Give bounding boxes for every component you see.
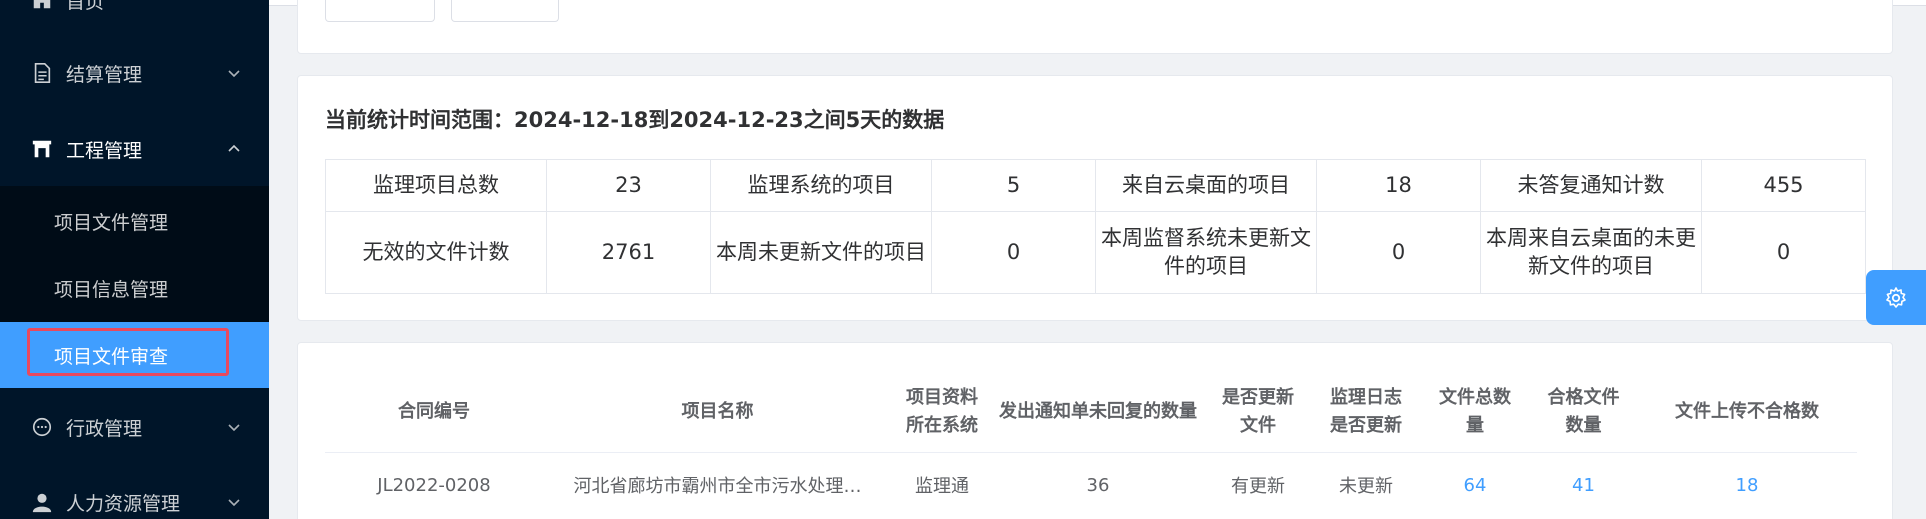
- stat-value: 23: [546, 159, 711, 212]
- search-button[interactable]: [325, 0, 435, 22]
- cell-file-updated: 有更新: [1231, 476, 1285, 498]
- stat-label: 监理系统的项目: [710, 159, 932, 212]
- building-icon: [32, 140, 52, 158]
- stats-table: 监理项目总数 23 监理系统的项目 5 来自云桌面的项目 18 未答复通知计数 …: [325, 159, 1866, 294]
- cell-qualified-files-link[interactable]: 41: [1530, 452, 1637, 518]
- cell-contract: JL2022-0208: [377, 474, 491, 496]
- column-header-unreplied[interactable]: 发出通知单未回复的数量: [992, 373, 1204, 453]
- sidebar-item-label: 行政管理: [66, 417, 143, 440]
- cell-project-name: 河北省廊坊市霸州市全市污水处理…: [573, 476, 862, 498]
- user-icon: [32, 493, 52, 513]
- stat-value: 0: [1316, 211, 1481, 294]
- chevron-down-icon: [228, 424, 240, 432]
- column-header-log-updated[interactable]: 监理日志 是否更新: [1312, 373, 1420, 453]
- stat-value: 0: [931, 211, 1096, 294]
- stat-label: 无效的文件计数: [325, 211, 547, 294]
- document-icon: [34, 63, 51, 83]
- column-header-file-updated[interactable]: 是否更新 文件: [1204, 373, 1312, 453]
- stat-value: 455: [1701, 159, 1866, 212]
- chat-icon: [32, 417, 52, 437]
- table-row[interactable]: JL2022-0208 河北省廊坊市霸州市全市污水处理… 监理通 36 有更新 …: [325, 452, 1857, 518]
- sidebar-subitem-file-management[interactable]: 项目文件管理: [0, 188, 269, 254]
- cell-unqualified-link[interactable]: 18: [1637, 452, 1857, 518]
- sidebar-item-home[interactable]: 首页: [0, 0, 269, 33]
- sidebar-item-label: 工程管理: [66, 139, 143, 162]
- project-table: 合同编号 项目名称 项目资料 所在系统 发出通知单未回复的数量 是否更新 文件 …: [325, 373, 1857, 518]
- sidebar-item-settlement[interactable]: 结算管理: [0, 40, 269, 106]
- sidebar: 首页 结算管理 工程管理 项目文件管理 项目信息管理 项目文件审查 行政管理 人…: [0, 0, 269, 519]
- column-header-system[interactable]: 项目资料 所在系统: [892, 373, 992, 453]
- stat-label: 来自云桌面的项目: [1095, 159, 1317, 212]
- cell-system: 监理通: [915, 476, 969, 498]
- cell-total-files-link[interactable]: 64: [1420, 452, 1530, 518]
- stat-label: 本周来自云桌面的未更新文件的项目: [1480, 211, 1702, 294]
- settings-button[interactable]: [1866, 270, 1926, 325]
- sidebar-item-admin[interactable]: 行政管理: [0, 394, 269, 460]
- stat-value: 2761: [546, 211, 711, 294]
- column-header-qualified-files[interactable]: 合格文件 数量: [1530, 373, 1637, 453]
- stat-label: 未答复通知计数: [1480, 159, 1702, 212]
- stat-value: 0: [1701, 211, 1866, 294]
- sidebar-item-engineering[interactable]: 工程管理: [0, 116, 269, 182]
- column-header-unqualified[interactable]: 文件上传不合格数: [1637, 373, 1857, 453]
- sidebar-item-hr[interactable]: 人力资源管理: [0, 469, 269, 519]
- stats-title: 当前统计时间范围：2024-12-18到2024-12-23之间5天的数据: [325, 108, 945, 132]
- sidebar-subitem-info-management[interactable]: 项目信息管理: [0, 255, 269, 321]
- column-header-contract[interactable]: 合同编号: [325, 373, 543, 453]
- stat-label: 监理项目总数: [325, 159, 547, 212]
- sidebar-item-label: 人力资源管理: [66, 492, 181, 515]
- sidebar-item-label: 首页: [66, 0, 105, 13]
- cell-unreplied: 36: [1086, 474, 1110, 496]
- chevron-up-icon: [228, 144, 240, 152]
- home-icon: [33, 0, 51, 9]
- sidebar-item-label: 结算管理: [66, 63, 143, 86]
- highlight-outline: [27, 328, 229, 376]
- stat-label: 本周监督系统未更新文件的项目: [1095, 211, 1317, 294]
- stat-label: 本周未更新文件的项目: [710, 211, 932, 294]
- chevron-down-icon: [228, 499, 240, 507]
- stat-value: 18: [1316, 159, 1481, 212]
- sidebar-subitem-label: 项目信息管理: [54, 278, 169, 301]
- gear-icon: [1886, 286, 1906, 308]
- reset-button[interactable]: [451, 0, 559, 22]
- cell-log-updated: 未更新: [1339, 476, 1393, 498]
- stat-value: 5: [931, 159, 1096, 212]
- chevron-down-icon: [228, 70, 240, 78]
- column-header-project-name[interactable]: 项目名称: [543, 373, 892, 453]
- sidebar-subitem-label: 项目文件管理: [54, 211, 169, 234]
- column-header-total-files[interactable]: 文件总数 量: [1420, 373, 1530, 453]
